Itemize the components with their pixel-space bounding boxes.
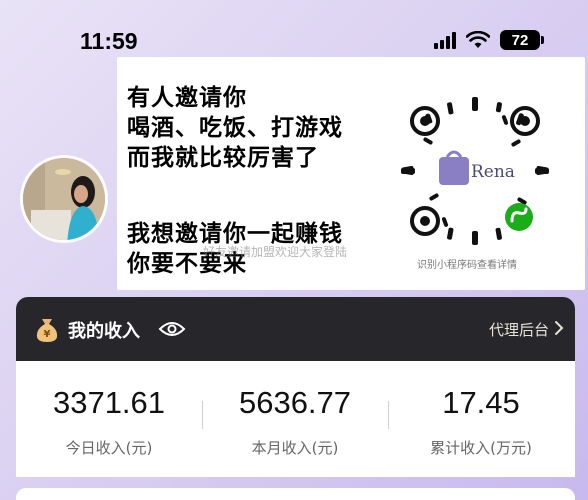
ad-line: 有人邀请你 — [127, 85, 247, 111]
status-time: 11:59 — [80, 28, 138, 54]
avatar-photo — [23, 158, 105, 240]
wifi-icon — [466, 31, 490, 48]
eye-icon[interactable] — [158, 319, 186, 339]
ad-line: 喝酒、吃饭、打游戏 — [127, 115, 343, 141]
cellular-signal-icon — [434, 31, 456, 49]
avatar[interactable] — [20, 155, 108, 243]
stat-value: 17.45 — [442, 385, 520, 420]
qr-brand-text: Rena — [471, 162, 515, 182]
stat-total[interactable]: 17.45 累计收入(万元) — [388, 385, 574, 458]
agent-backend-link[interactable]: 代理后台 — [489, 319, 549, 340]
chevron-right-icon — [555, 321, 564, 335]
stat-today[interactable]: 3371.61 今日收入(元) — [16, 385, 202, 458]
money-bag-icon: ¥ — [36, 319, 58, 342]
invite-ad-banner[interactable]: 有人邀请你 喝酒、吃饭、打游戏 而我就比较厉害了 我想邀请你一起赚钱 你要不要来… — [117, 57, 585, 290]
stat-label: 今日收入(元) — [65, 439, 153, 457]
status-icons: 72 — [434, 30, 544, 50]
battery-icon: 72 — [500, 30, 544, 50]
qr-caption: 识别小程序码查看详情 — [417, 260, 517, 271]
status-bar: 11:59 72 — [0, 0, 588, 56]
svg-text:¥: ¥ — [44, 329, 51, 340]
income-stats: 3371.61 今日收入(元) 5636.77 本月收入(元) 17.45 累计… — [16, 361, 575, 477]
stat-month[interactable]: 5636.77 本月收入(元) — [202, 385, 388, 458]
stat-value: 3371.61 — [52, 385, 166, 420]
income-title: 我的收入 — [68, 321, 140, 342]
next-card-edge — [16, 488, 575, 500]
income-card-header: ¥ 我的收入 代理后台 — [16, 297, 575, 361]
mini-program-qr-code[interactable]: Rena — [399, 95, 551, 247]
stat-value: 5636.77 — [238, 385, 352, 420]
watermark-text: 好友邀请加盟欢迎大家登陆 — [203, 245, 348, 259]
stat-label: 本月收入(元) — [251, 439, 339, 457]
stat-label: 累计收入(万元) — [430, 439, 532, 457]
ad-line: 而我就比较厉害了 — [127, 145, 319, 171]
battery-level: 72 — [511, 31, 529, 49]
